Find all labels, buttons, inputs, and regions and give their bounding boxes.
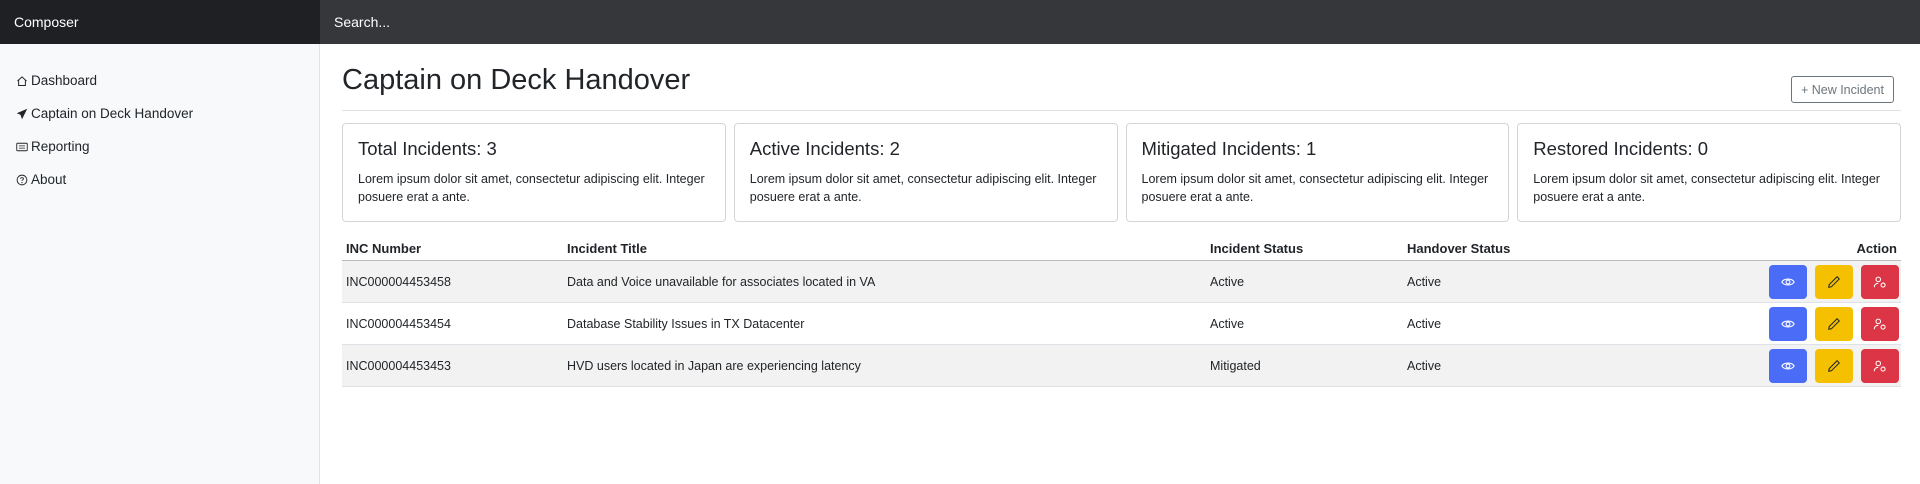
cell-inc-number: INC000004453458	[346, 274, 451, 289]
main-content: Captain on Deck Handover + New Incident …	[321, 44, 1920, 484]
card-restored-incidents: Restored Incidents: 0 Lorem ipsum dolor …	[1517, 123, 1901, 222]
header-incident-title: Incident Title	[567, 240, 647, 256]
table-row: INC000004453458 Data and Voice unavailab…	[342, 261, 1901, 303]
sidebar: Dashboard Captain on Deck Handover Repor…	[0, 44, 320, 484]
sidebar-item-label: Dashboard	[31, 73, 98, 88]
pencil-icon	[1828, 275, 1840, 288]
pencil-icon	[1828, 359, 1840, 372]
edit-button[interactable]	[1815, 348, 1853, 383]
table-row: INC000004453454 Database Stability Issue…	[342, 303, 1901, 345]
card-mitigated-incidents: Mitigated Incidents: 1 Lorem ipsum dolor…	[1125, 123, 1510, 222]
incidents-table: INC Number Incident Title Incident Statu…	[342, 236, 1901, 387]
assign-user-button[interactable]	[1861, 306, 1899, 341]
cell-incident-status: Active	[1210, 316, 1245, 331]
cell-inc-number: INC000004453453	[346, 358, 451, 373]
cell-incident-title: Database Stability Issues in TX Datacent…	[567, 316, 805, 331]
cell-handover-status: Active	[1407, 274, 1442, 289]
sidebar-item-label: About	[31, 172, 67, 187]
table-row: INC000004453453 HVD users located in Jap…	[342, 345, 1901, 387]
header-action: Action	[1856, 240, 1897, 256]
list-card-icon	[15, 140, 29, 154]
house-icon	[15, 74, 29, 88]
card-text: Lorem ipsum dolor sit amet, consectetur …	[749, 172, 1097, 204]
assign-user-button[interactable]	[1861, 348, 1899, 383]
person-gear-icon	[1873, 360, 1886, 372]
question-circle-icon	[15, 173, 29, 187]
view-button[interactable]	[1769, 348, 1807, 383]
assign-user-button[interactable]	[1861, 264, 1899, 299]
new-incident-button[interactable]: + New Incident	[1790, 76, 1894, 103]
cell-actions	[1607, 264, 1901, 299]
eye-icon	[1781, 361, 1795, 370]
cell-actions	[1607, 306, 1901, 341]
person-gear-icon	[1873, 318, 1886, 330]
cell-incident-status: Mitigated	[1210, 358, 1261, 373]
brand-logo[interactable]: Composer	[0, 0, 320, 44]
eye-icon	[1781, 277, 1795, 286]
page-title: Captain on Deck Handover	[342, 64, 691, 96]
card-text: Lorem ipsum dolor sit amet, consectetur …	[1141, 172, 1489, 204]
top-navbar: Composer Search...	[0, 0, 1920, 44]
header-inc-number: INC Number	[346, 240, 422, 256]
cell-handover-status: Active	[1407, 316, 1442, 331]
page-header: Captain on Deck Handover + New Incident	[342, 58, 1901, 111]
edit-button[interactable]	[1815, 306, 1853, 341]
search-input[interactable]: Search...	[320, 0, 1920, 44]
card-title: Restored Incidents: 0	[1533, 138, 1709, 159]
view-button[interactable]	[1769, 306, 1807, 341]
cell-incident-title: HVD users located in Japan are experienc…	[567, 358, 861, 373]
card-title: Mitigated Incidents: 1	[1141, 138, 1317, 159]
sidebar-item-dashboard[interactable]: Dashboard	[0, 64, 319, 97]
cell-actions	[1607, 348, 1901, 383]
header-handover-status: Handover Status	[1407, 240, 1511, 256]
cell-inc-number: INC000004453454	[346, 316, 451, 331]
view-button[interactable]	[1769, 264, 1807, 299]
send-icon	[15, 107, 29, 121]
card-text: Lorem ipsum dolor sit amet, consectetur …	[1533, 172, 1880, 204]
sidebar-item-captain-on-deck-handover[interactable]: Captain on Deck Handover	[0, 97, 319, 130]
cell-handover-status: Active	[1407, 358, 1442, 373]
sidebar-item-label: Captain on Deck Handover	[31, 106, 194, 121]
header-incident-status: Incident Status	[1210, 240, 1304, 256]
table-header-row: INC Number Incident Title Incident Statu…	[342, 236, 1901, 261]
pencil-icon	[1828, 317, 1840, 330]
card-text: Lorem ipsum dolor sit amet, consectetur …	[358, 172, 705, 204]
card-active-incidents: Active Incidents: 2 Lorem ipsum dolor si…	[733, 123, 1118, 222]
summary-cards: Total Incidents: 3 Lorem ipsum dolor sit…	[342, 123, 1901, 222]
sidebar-item-label: Reporting	[31, 139, 90, 154]
sidebar-item-about[interactable]: About	[0, 163, 319, 196]
edit-button[interactable]	[1815, 264, 1853, 299]
eye-icon	[1781, 319, 1795, 328]
sidebar-item-reporting[interactable]: Reporting	[0, 130, 319, 163]
cell-incident-status: Active	[1210, 274, 1245, 289]
card-title: Active Incidents: 2	[749, 138, 900, 159]
cell-incident-title: Data and Voice unavailable for associate…	[567, 274, 876, 289]
card-total-incidents: Total Incidents: 3 Lorem ipsum dolor sit…	[342, 123, 726, 222]
person-gear-icon	[1873, 276, 1886, 288]
card-title: Total Incidents: 3	[358, 138, 497, 159]
